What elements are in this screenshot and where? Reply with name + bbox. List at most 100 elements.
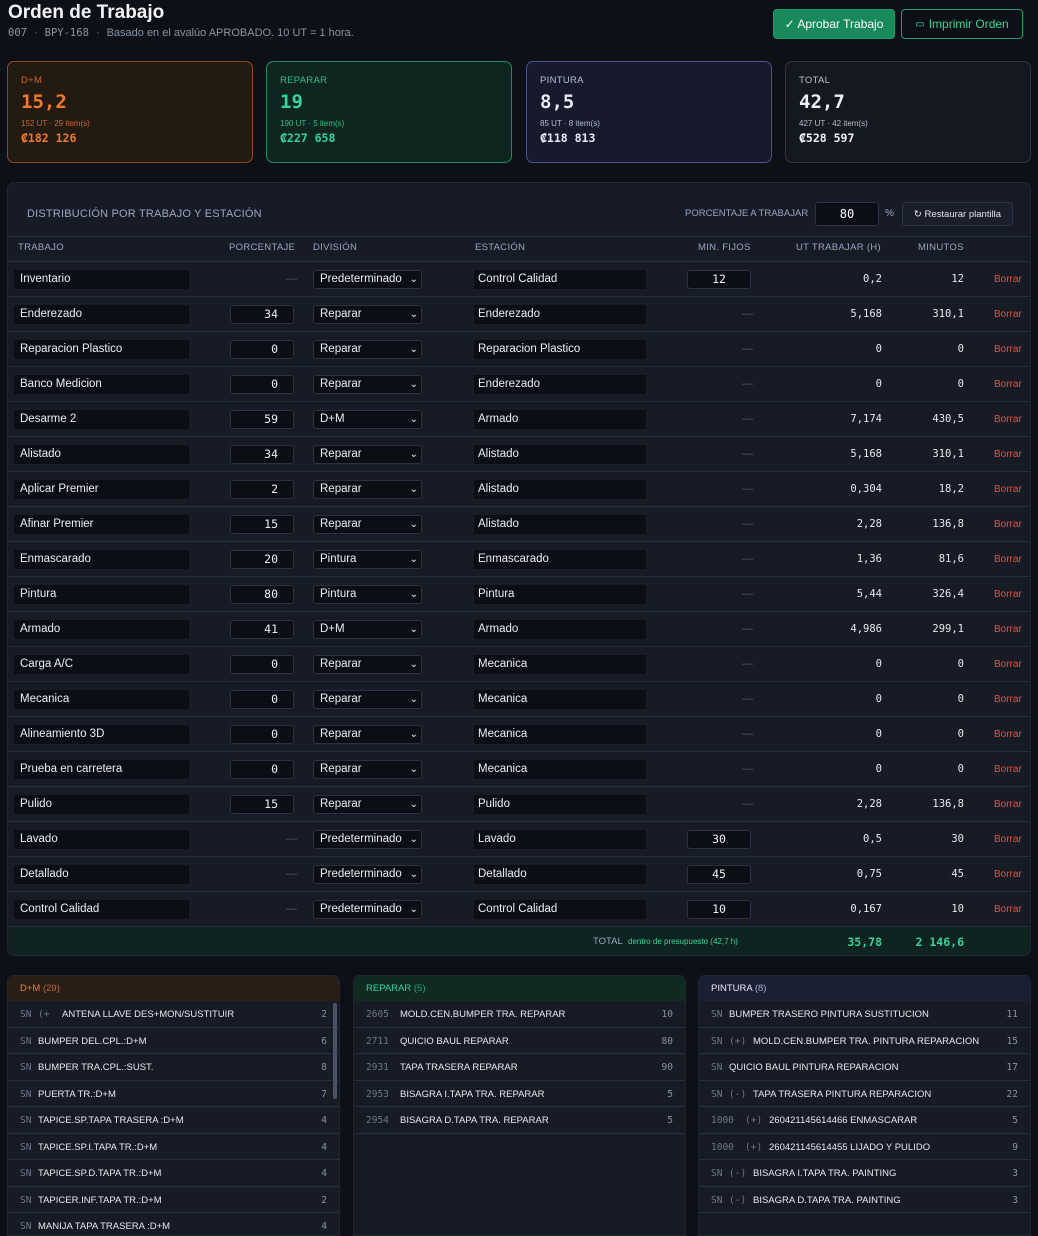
division-select[interactable]: D+M ⌄	[313, 620, 422, 639]
fixed-minutes-input[interactable]: 12	[687, 270, 751, 289]
list-item[interactable]: SN TAPICE.SP.D.TAPA TR.:D+M 4	[8, 1160, 339, 1187]
station-field[interactable]: Mecanica	[474, 690, 646, 709]
percentage-input[interactable]: 0	[230, 690, 294, 709]
job-name-field[interactable]: Carga A/C	[14, 655, 189, 674]
percentage-input[interactable]: 80	[230, 585, 294, 604]
list-item[interactable]: SN BUMPER TRA.CPL.:SUST. 8	[8, 1054, 339, 1081]
delete-button[interactable]: Borrar	[994, 655, 1022, 674]
division-select[interactable]: Reparar ⌄	[313, 445, 422, 464]
division-select[interactable]: Predeterminado ⌄	[313, 830, 422, 849]
division-select[interactable]: Reparar ⌄	[313, 305, 422, 324]
division-select[interactable]: Reparar ⌄	[313, 655, 422, 674]
percentage-input[interactable]: 34	[230, 445, 294, 464]
list-item[interactable]: 2953 BISAGRA I.TAPA TRA. REPARAR 5	[354, 1081, 685, 1107]
list-item[interactable]: SN (-) TAPA TRASERA PINTURA REPARACION 22	[699, 1081, 1030, 1107]
percentage-input[interactable]: 0	[230, 340, 294, 359]
fixed-minutes-input[interactable]: 30	[687, 830, 751, 849]
list-item[interactable]: 2954 BISAGRA D.TAPA TRA. REPARAR 5	[354, 1107, 685, 1134]
job-name-field[interactable]: Inventario	[14, 270, 189, 289]
job-name-field[interactable]: Lavado	[14, 830, 189, 849]
station-field[interactable]: Control Calidad	[474, 270, 646, 289]
list-item[interactable]: SN QUICIO BAUL PINTURA REPARACION 17	[699, 1054, 1030, 1081]
station-field[interactable]: Detallado	[474, 865, 646, 884]
percentage-input[interactable]: 0	[230, 725, 294, 744]
percentage-input[interactable]: 15	[230, 795, 294, 814]
percentage-input[interactable]: 41	[230, 620, 294, 639]
job-name-field[interactable]: Enmascarado	[14, 550, 189, 569]
delete-button[interactable]: Borrar	[994, 725, 1022, 744]
station-field[interactable]: Mecanica	[474, 725, 646, 744]
division-select[interactable]: Reparar ⌄	[313, 690, 422, 709]
percentage-input[interactable]: 34	[230, 305, 294, 324]
station-field[interactable]: Control Calidad	[474, 900, 646, 919]
division-select[interactable]: Predeterminado ⌄	[313, 900, 422, 919]
list-item[interactable]: 1000 (+) 260421145614455 LIJADO Y PULIDO 9	[699, 1134, 1030, 1160]
station-field[interactable]: Mecanica	[474, 760, 646, 779]
restore-template-button[interactable]: ↻ Restaurar plantilla	[902, 202, 1013, 226]
division-select[interactable]: Reparar ⌄	[313, 725, 422, 744]
list-item[interactable]: SN (-) BISAGRA I.TAPA TRA. PAINTING 3	[699, 1160, 1030, 1187]
division-select[interactable]: Predeterminado ⌄	[313, 270, 422, 289]
station-field[interactable]: Alistado	[474, 515, 646, 534]
delete-button[interactable]: Borrar	[994, 340, 1022, 359]
division-select[interactable]: Reparar ⌄	[313, 515, 422, 534]
delete-button[interactable]: Borrar	[994, 480, 1022, 499]
job-name-field[interactable]: Prueba en carretera	[14, 760, 189, 779]
division-select[interactable]: Reparar ⌄	[313, 375, 422, 394]
job-name-field[interactable]: Desarme 2	[14, 410, 189, 429]
delete-button[interactable]: Borrar	[994, 375, 1022, 394]
job-name-field[interactable]: Reparacion Plastico	[14, 340, 189, 359]
print-button[interactable]: ▭ Imprimir Orden	[901, 9, 1023, 39]
percentage-input[interactable]: 0	[230, 760, 294, 779]
job-name-field[interactable]: Pintura	[14, 585, 189, 604]
list-item[interactable]: SN TAPICER.INF.TAPA TR.:D+M 2	[8, 1187, 339, 1213]
delete-button[interactable]: Borrar	[994, 795, 1022, 814]
delete-button[interactable]: Borrar	[994, 830, 1022, 849]
job-name-field[interactable]: Alistado	[14, 445, 189, 464]
division-select[interactable]: D+M ⌄	[313, 410, 422, 429]
job-name-field[interactable]: Aplicar Premier	[14, 480, 189, 499]
delete-button[interactable]: Borrar	[994, 900, 1022, 919]
list-item[interactable]: SN MANIJA TAPA TRASERA :D+M 4	[8, 1213, 339, 1235]
job-name-field[interactable]: Banco Medicion	[14, 375, 189, 394]
percentage-input[interactable]: 20	[230, 550, 294, 569]
delete-button[interactable]: Borrar	[994, 620, 1022, 639]
station-field[interactable]: Alistado	[474, 445, 646, 464]
job-name-field[interactable]: Detallado	[14, 865, 189, 884]
delete-button[interactable]: Borrar	[994, 410, 1022, 429]
job-name-field[interactable]: Enderezado	[14, 305, 189, 324]
station-field[interactable]: Armado	[474, 410, 646, 429]
delete-button[interactable]: Borrar	[994, 760, 1022, 779]
list-item[interactable]: SN BUMPER DEL.CPL.:D+M 6	[8, 1028, 339, 1054]
division-select[interactable]: Reparar ⌄	[313, 480, 422, 499]
list-item[interactable]: SN (+) MOLD.CEN.BUMPER TRA. PINTURA REPARA…	[699, 1028, 1030, 1054]
list-item[interactable]: 2931 TAPA TRASERA REPARAR 90	[354, 1054, 685, 1081]
work-percentage-input[interactable]: 80	[815, 202, 879, 226]
percentage-input[interactable]: 0	[230, 375, 294, 394]
list-item[interactable]: 1000 (+) 260421145614466 ENMASCARAR 5	[699, 1107, 1030, 1134]
station-field[interactable]: Mecanica	[474, 655, 646, 674]
job-name-field[interactable]: Mecanica	[14, 690, 189, 709]
delete-button[interactable]: Borrar	[994, 690, 1022, 709]
job-name-field[interactable]: Control Calidad	[14, 900, 189, 919]
delete-button[interactable]: Borrar	[994, 515, 1022, 534]
fixed-minutes-input[interactable]: 10	[687, 900, 751, 919]
fixed-minutes-input[interactable]: 45	[687, 865, 751, 884]
delete-button[interactable]: Borrar	[994, 585, 1022, 604]
delete-button[interactable]: Borrar	[994, 270, 1022, 289]
division-select[interactable]: Pintura ⌄	[313, 585, 422, 604]
job-name-field[interactable]: Armado	[14, 620, 189, 639]
division-select[interactable]: Reparar ⌄	[313, 760, 422, 779]
delete-button[interactable]: Borrar	[994, 865, 1022, 884]
division-select[interactable]: Reparar ⌄	[313, 795, 422, 814]
job-name-field[interactable]: Pulido	[14, 795, 189, 814]
station-field[interactable]: Reparacion Plastico	[474, 340, 646, 359]
list-item[interactable]: SN TAPICE.SP.TAPA TRASERA :D+M 4	[8, 1107, 339, 1134]
job-name-field[interactable]: Afinar Premier	[14, 515, 189, 534]
station-field[interactable]: Enderezado	[474, 305, 646, 324]
station-field[interactable]: Lavado	[474, 830, 646, 849]
approve-button[interactable]: ✓ Aprobar Trabajo	[773, 9, 895, 39]
list-item[interactable]: SN (+ ANTENA LLAVE DES+MON/SUSTITUIR 2	[8, 1001, 339, 1028]
percentage-input[interactable]: 2	[230, 480, 294, 499]
scrollbar[interactable]	[333, 1003, 337, 1099]
